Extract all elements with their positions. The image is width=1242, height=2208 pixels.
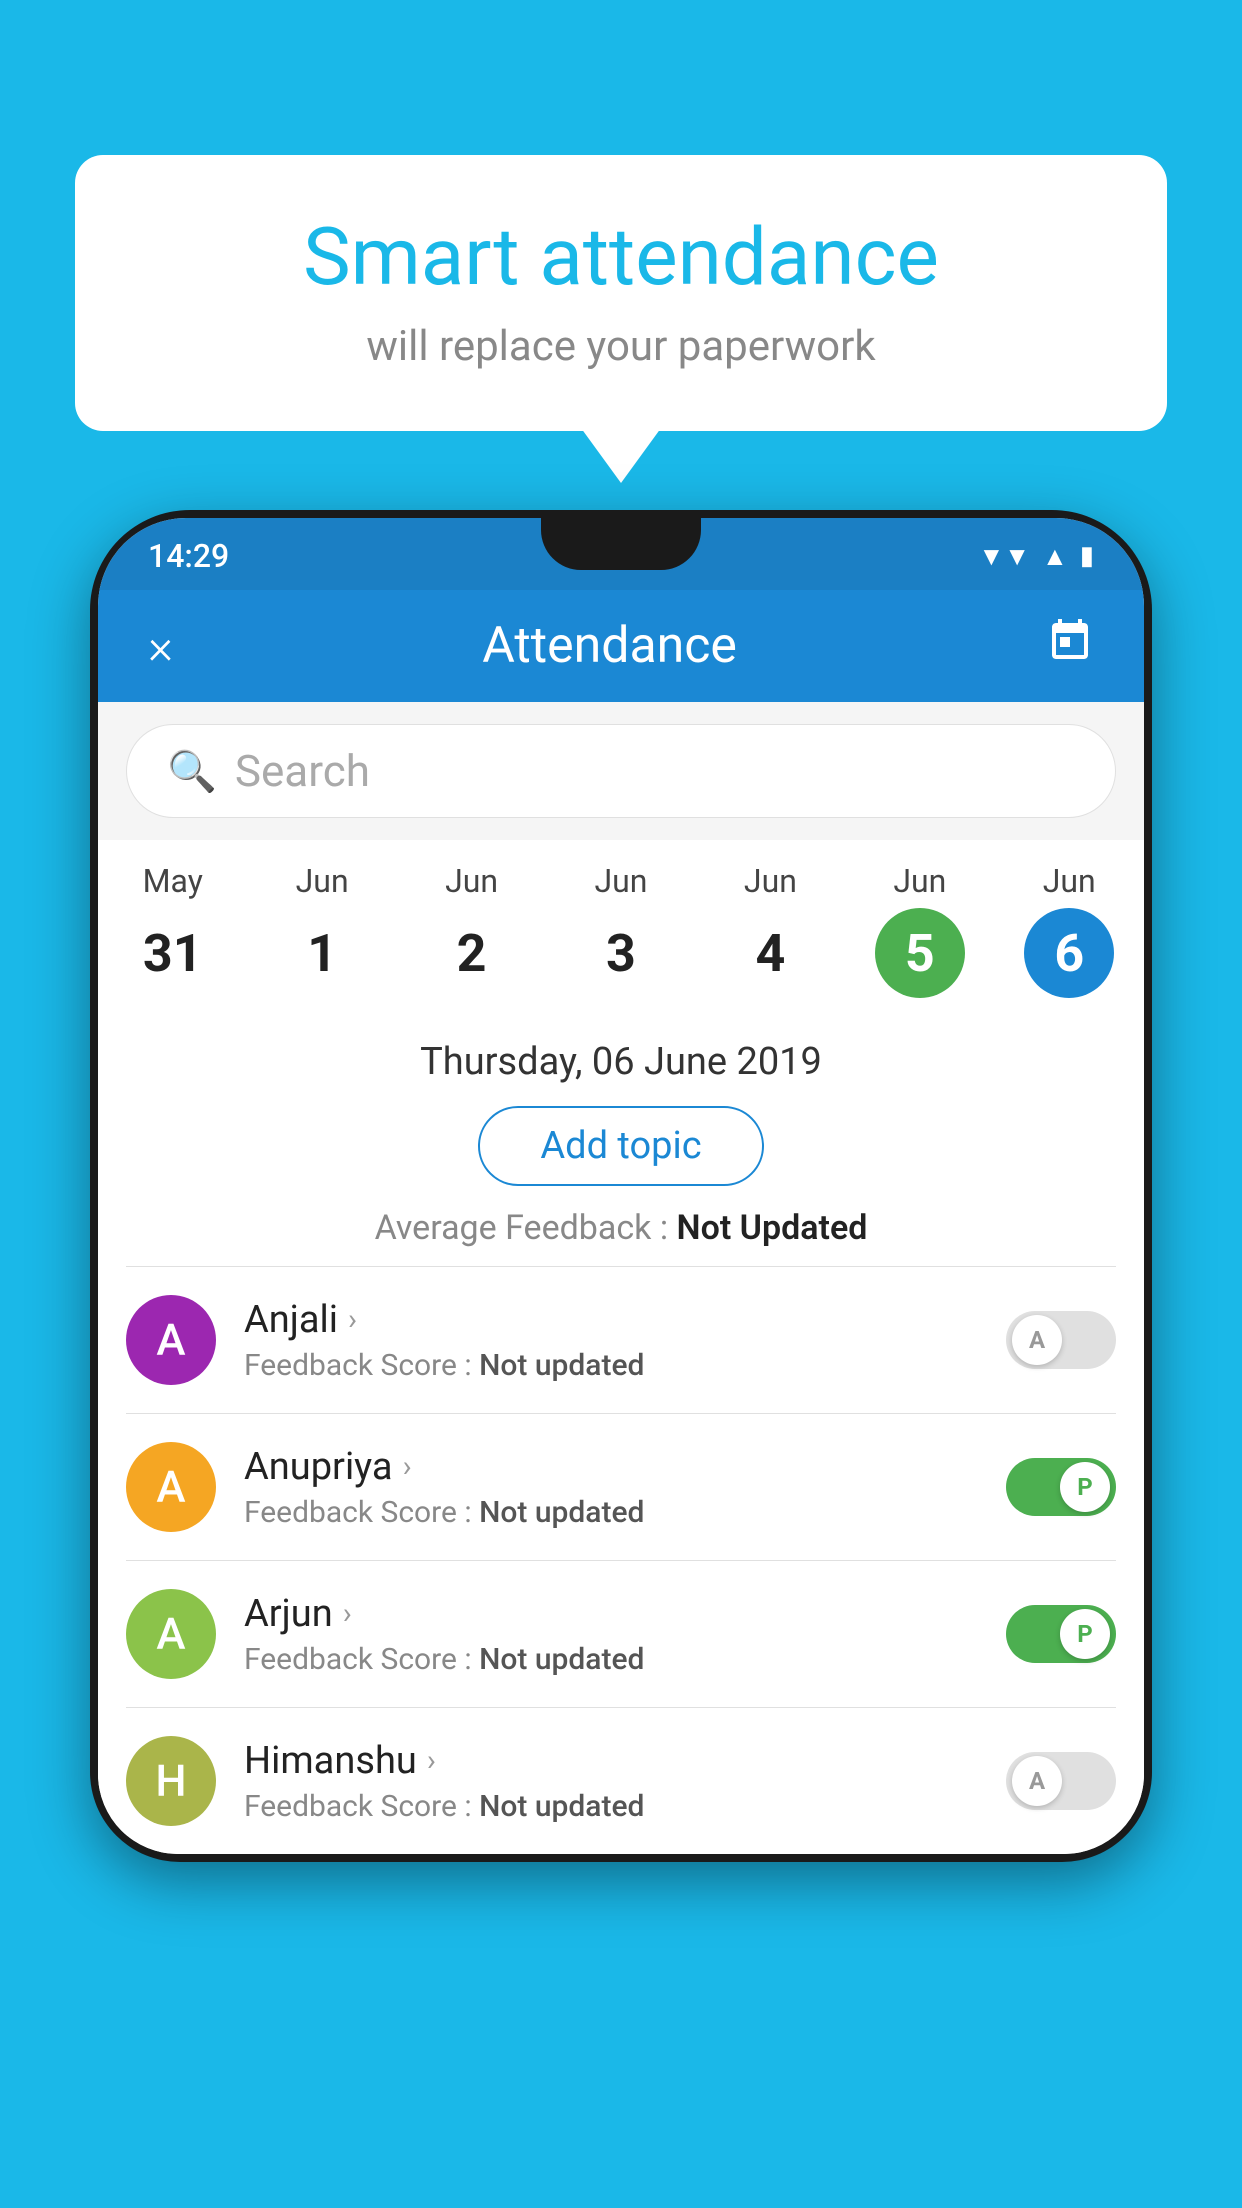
- student-feedback: Feedback Score : Not updated: [244, 1789, 978, 1824]
- date-col[interactable]: Jun 4: [696, 862, 845, 1010]
- date-number[interactable]: 31: [128, 908, 218, 998]
- speech-bubble-container: Smart attendance will replace your paper…: [75, 155, 1167, 431]
- speech-bubble-subtitle: will replace your paperwork: [135, 322, 1107, 371]
- student-info: Anupriya › Feedback Score : Not updated: [244, 1445, 978, 1530]
- feedback-value: Not updated: [479, 1789, 644, 1824]
- phone-notch: [541, 518, 701, 570]
- battery-icon: ▮: [1080, 541, 1094, 571]
- student-feedback: Feedback Score : Not updated: [244, 1348, 978, 1383]
- student-feedback: Feedback Score : Not updated: [244, 1642, 978, 1677]
- average-feedback-label: Average Feedback :: [375, 1208, 669, 1248]
- feedback-value: Not updated: [479, 1495, 644, 1530]
- date-number[interactable]: 6: [1024, 908, 1114, 998]
- date-number[interactable]: 2: [427, 908, 517, 998]
- date-col[interactable]: Jun 1: [247, 862, 396, 1010]
- student-row[interactable]: A Arjun › Feedback Score : Not updated P: [98, 1561, 1144, 1707]
- search-bar[interactable]: 🔍 Search: [126, 724, 1116, 818]
- status-icons: ▼▼ ▲ ▮: [978, 541, 1094, 572]
- date-month: Jun: [594, 862, 647, 900]
- student-name: Anupriya ›: [244, 1445, 978, 1489]
- chevron-right-icon: ›: [343, 1596, 352, 1631]
- toggle-thumb: A: [1012, 1315, 1062, 1365]
- search-icon: 🔍: [167, 748, 217, 795]
- close-button[interactable]: ×: [148, 618, 173, 675]
- date-col[interactable]: May 31: [98, 862, 247, 1010]
- student-avatar: H: [126, 1736, 216, 1826]
- date-col[interactable]: Jun 5: [845, 862, 994, 1010]
- date-month: Jun: [445, 862, 498, 900]
- signal-icon: ▲: [1042, 541, 1068, 572]
- student-avatar: A: [126, 1295, 216, 1385]
- toggle-thumb: P: [1060, 1609, 1110, 1659]
- toggle-thumb: P: [1060, 1462, 1110, 1512]
- feedback-label: Feedback Score :: [244, 1348, 472, 1383]
- attendance-toggle[interactable]: A: [1006, 1311, 1116, 1369]
- student-list: A Anjali › Feedback Score : Not updated …: [98, 1267, 1144, 1854]
- student-feedback: Feedback Score : Not updated: [244, 1495, 978, 1530]
- header-title: Attendance: [482, 617, 737, 675]
- feedback-value: Not updated: [479, 1642, 644, 1677]
- student-name: Himanshu ›: [244, 1739, 978, 1783]
- search-input[interactable]: Search: [235, 745, 370, 797]
- speech-bubble-title: Smart attendance: [135, 210, 1107, 304]
- wifi-icon: ▼▼: [978, 541, 1029, 572]
- date-number[interactable]: 4: [725, 908, 815, 998]
- date-month: Jun: [296, 862, 349, 900]
- chevron-right-icon: ›: [427, 1743, 436, 1778]
- student-name: Arjun ›: [244, 1592, 978, 1636]
- attendance-toggle[interactable]: P: [1006, 1458, 1116, 1516]
- date-month: Jun: [744, 862, 797, 900]
- student-avatar: A: [126, 1442, 216, 1532]
- date-col[interactable]: Jun 3: [546, 862, 695, 1010]
- speech-bubble: Smart attendance will replace your paper…: [75, 155, 1167, 431]
- student-name: Anjali ›: [244, 1298, 978, 1342]
- phone-screen: 14:29 ▼▼ ▲ ▮ × Attendance: [98, 518, 1144, 1854]
- search-container: 🔍 Search: [98, 702, 1144, 840]
- date-col[interactable]: Jun 6: [995, 862, 1144, 1010]
- attendance-toggle-container[interactable]: A: [1006, 1752, 1116, 1810]
- feedback-label: Feedback Score :: [244, 1789, 472, 1824]
- student-info: Arjun › Feedback Score : Not updated: [244, 1592, 978, 1677]
- student-info: Anjali › Feedback Score : Not updated: [244, 1298, 978, 1383]
- date-number[interactable]: 5: [875, 908, 965, 998]
- status-time: 14:29: [148, 537, 229, 575]
- feedback-label: Feedback Score :: [244, 1495, 472, 1530]
- attendance-toggle-container[interactable]: A: [1006, 1311, 1116, 1369]
- attendance-toggle-container[interactable]: P: [1006, 1605, 1116, 1663]
- date-month: May: [143, 862, 203, 900]
- date-col[interactable]: Jun 2: [397, 862, 546, 1010]
- chevron-right-icon: ›: [348, 1302, 357, 1337]
- selected-date: Thursday, 06 June 2019: [98, 1040, 1144, 1084]
- date-info: Thursday, 06 June 2019 Add topic Average…: [98, 1010, 1144, 1266]
- student-avatar: A: [126, 1589, 216, 1679]
- date-month: Jun: [1043, 862, 1096, 900]
- student-row[interactable]: H Himanshu › Feedback Score : Not update…: [98, 1708, 1144, 1854]
- student-info: Himanshu › Feedback Score : Not updated: [244, 1739, 978, 1824]
- average-feedback-value: Not Updated: [677, 1208, 868, 1248]
- chevron-right-icon: ›: [403, 1449, 412, 1484]
- phone-container: 14:29 ▼▼ ▲ ▮ × Attendance: [90, 510, 1152, 2208]
- calendar-icon[interactable]: [1046, 617, 1094, 676]
- attendance-toggle-container[interactable]: P: [1006, 1458, 1116, 1516]
- attendance-toggle[interactable]: P: [1006, 1605, 1116, 1663]
- feedback-value: Not updated: [479, 1348, 644, 1383]
- date-month: Jun: [893, 862, 946, 900]
- date-number[interactable]: 1: [277, 908, 367, 998]
- date-number[interactable]: 3: [576, 908, 666, 998]
- student-row[interactable]: A Anjali › Feedback Score : Not updated …: [98, 1267, 1144, 1413]
- phone-frame: 14:29 ▼▼ ▲ ▮ × Attendance: [90, 510, 1152, 1862]
- toggle-thumb: A: [1012, 1756, 1062, 1806]
- app-header: × Attendance: [98, 590, 1144, 702]
- feedback-label: Feedback Score :: [244, 1642, 472, 1677]
- add-topic-button[interactable]: Add topic: [478, 1106, 763, 1186]
- student-row[interactable]: A Anupriya › Feedback Score : Not update…: [98, 1414, 1144, 1560]
- attendance-toggle[interactable]: A: [1006, 1752, 1116, 1810]
- date-row: May 31 Jun 1 Jun 2 Jun 3 Jun 4 Jun 5 Jun 6: [98, 840, 1144, 1010]
- average-feedback: Average Feedback : Not Updated: [98, 1208, 1144, 1248]
